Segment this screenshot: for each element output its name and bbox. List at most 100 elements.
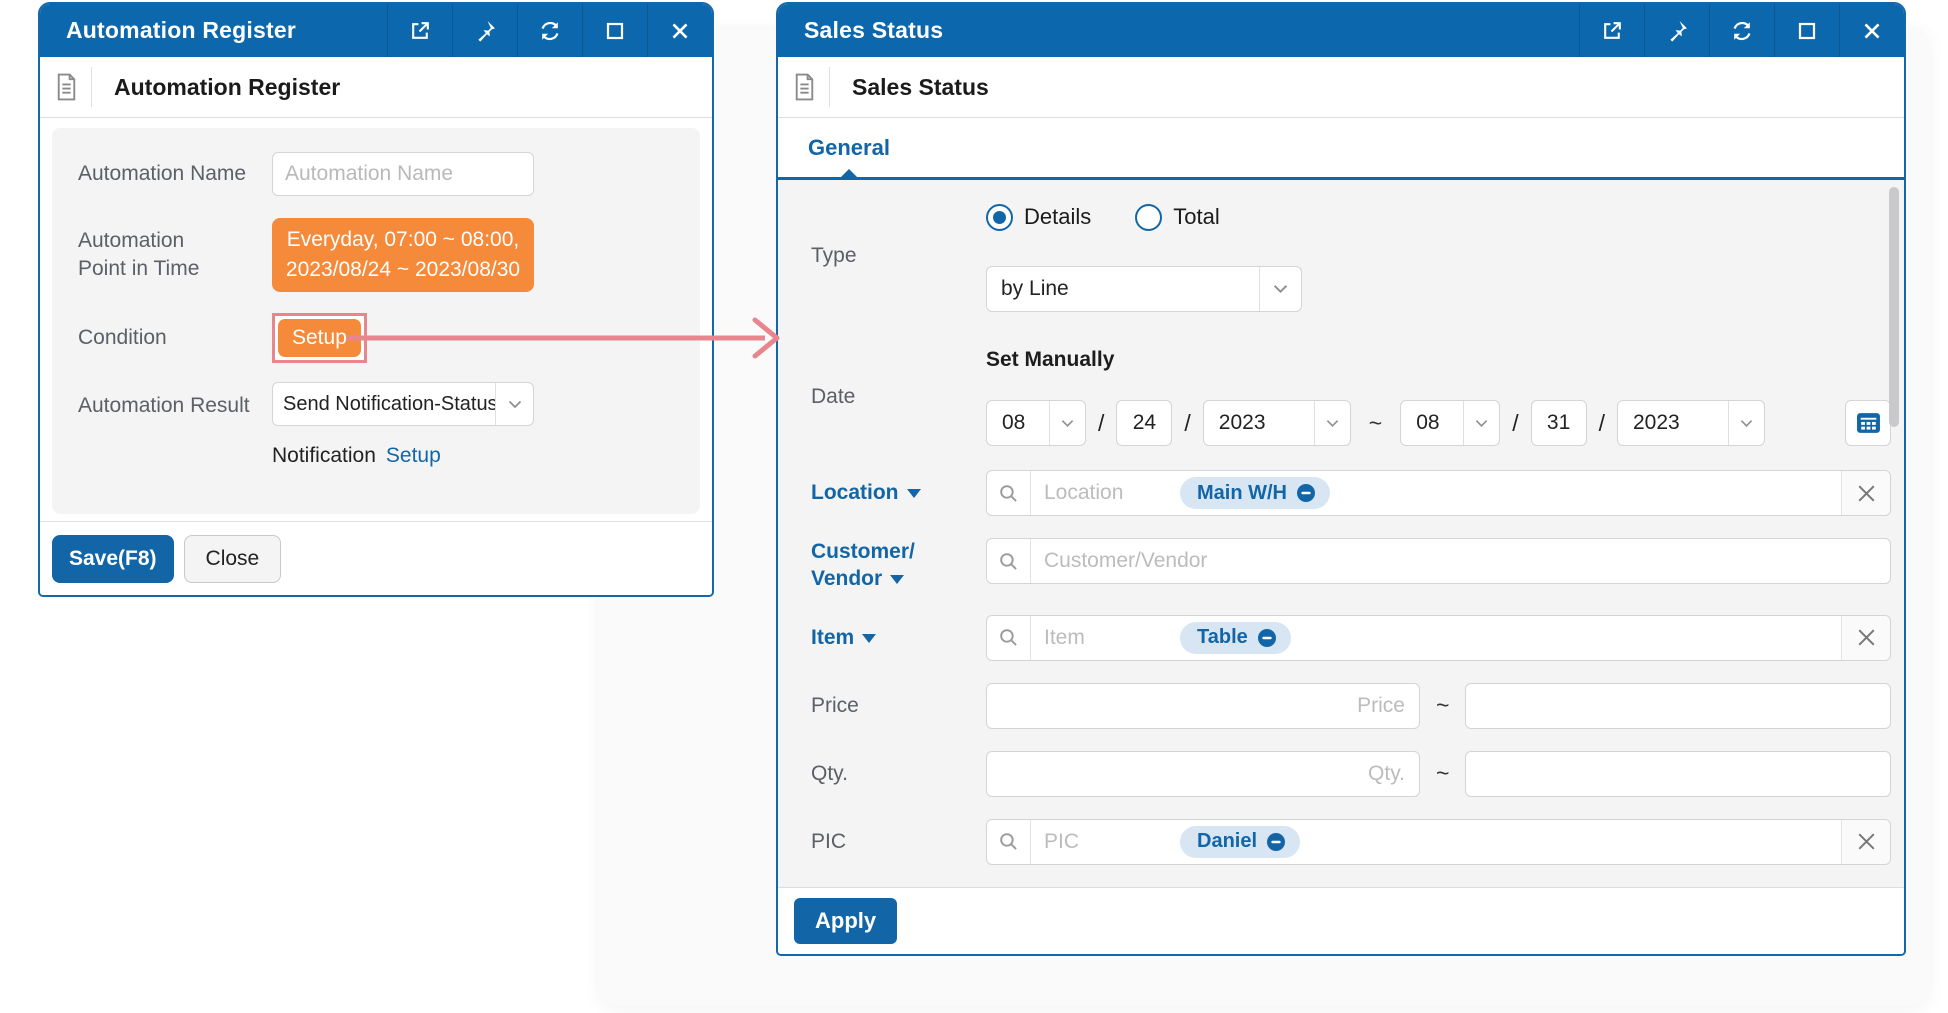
price-to-input[interactable] — [1465, 683, 1891, 729]
document-icon — [54, 73, 79, 101]
page-header: Automation Register — [40, 57, 712, 118]
item-placeholder: Item — [1044, 626, 1170, 650]
refresh-icon — [1730, 19, 1754, 43]
automation-result-select[interactable]: Send Notification-Status — [272, 382, 534, 426]
pin-button[interactable] — [452, 4, 517, 57]
to-month-select[interactable]: 08 — [1400, 400, 1500, 446]
radio-unselected-icon — [1135, 204, 1162, 231]
location-label[interactable]: Location — [811, 479, 986, 506]
notification-setup-link[interactable]: Setup — [386, 444, 441, 467]
close-icon — [668, 19, 692, 43]
dialog-title: Automation Register — [40, 4, 387, 57]
customer-vendor-search-input[interactable]: Customer/Vendor — [986, 538, 1891, 584]
to-year-select[interactable]: 2023 — [1617, 400, 1765, 446]
automation-register-titlebar: Automation Register — [40, 4, 712, 57]
date-label: Date — [811, 383, 986, 410]
clear-x-icon — [1858, 485, 1875, 502]
notification-line: NotificationSetup — [272, 444, 534, 468]
chevron-down-icon — [1314, 401, 1350, 445]
from-day-input[interactable] — [1116, 400, 1172, 446]
type-select[interactable]: by Line — [986, 266, 1302, 312]
date-separator: / — [1599, 410, 1605, 437]
close-button[interactable] — [1839, 4, 1904, 57]
automation-register-footer: Save(F8) Close — [40, 521, 712, 595]
open-in-new-window-button[interactable] — [387, 4, 452, 57]
price-from-input[interactable]: Price — [986, 683, 1420, 729]
date-mode-text: Set Manually — [986, 348, 1891, 376]
filter-form: Type Details Total by Line — [778, 180, 1904, 887]
maximize-button[interactable] — [1774, 4, 1839, 57]
from-year-select[interactable]: 2023 — [1203, 400, 1351, 446]
maximize-icon — [604, 20, 626, 42]
location-clear-button[interactable] — [1841, 471, 1890, 515]
calendar-icon — [1856, 411, 1881, 435]
pin-button[interactable] — [1644, 4, 1709, 57]
pic-label: PIC — [811, 828, 986, 855]
save-button[interactable]: Save(F8) — [52, 535, 174, 583]
vertical-scrollbar[interactable] — [1889, 187, 1899, 427]
item-clear-button[interactable] — [1841, 616, 1890, 660]
pin-icon — [473, 19, 497, 43]
clear-x-icon — [1858, 629, 1875, 646]
close-button[interactable] — [647, 4, 712, 57]
remove-tag-icon[interactable] — [1257, 628, 1277, 648]
item-label[interactable]: Item — [811, 624, 986, 651]
price-range: Price ~ — [986, 683, 1891, 729]
remove-tag-icon[interactable] — [1296, 483, 1316, 503]
item-tag[interactable]: Table — [1180, 622, 1291, 654]
search-icon — [998, 551, 1019, 572]
qty-from-input[interactable]: Qty. — [986, 751, 1420, 797]
refresh-button[interactable] — [1709, 4, 1774, 57]
location-tag[interactable]: Main W/H — [1180, 477, 1330, 509]
dialog-title: Sales Status — [778, 4, 1579, 57]
chevron-down-icon — [1728, 401, 1764, 445]
type-radio-group: Details Total — [986, 200, 1891, 234]
automation-result-label: Automation Result — [78, 392, 272, 420]
pic-tag[interactable]: Daniel — [1180, 826, 1300, 858]
titlebar-actions — [1579, 4, 1904, 57]
open-in-new-window-icon — [409, 19, 432, 42]
apply-button[interactable]: Apply — [794, 898, 897, 944]
maximize-button[interactable] — [582, 4, 647, 57]
pic-placeholder: PIC — [1044, 830, 1170, 854]
qty-label: Qty. — [811, 760, 986, 787]
chevron-down-icon — [1259, 267, 1301, 311]
search-icon — [998, 831, 1019, 852]
point-in-time-button[interactable]: Everyday, 07:00 ~ 08:00, 2023/08/24 ~ 20… — [272, 218, 534, 292]
refresh-button[interactable] — [517, 4, 582, 57]
automation-register-dialog: Automation Register — [38, 2, 714, 597]
tab-general[interactable]: General — [808, 118, 890, 177]
location-search-input[interactable]: Location Main W/H — [986, 470, 1891, 516]
tab-bar: General — [778, 118, 1904, 180]
dropdown-triangle-icon — [907, 489, 921, 498]
search-icon — [998, 627, 1019, 648]
chevron-down-icon — [495, 383, 533, 425]
to-day-input[interactable] — [1531, 400, 1587, 446]
open-in-new-window-button[interactable] — [1579, 4, 1644, 57]
close-dialog-button[interactable]: Close — [184, 535, 282, 583]
maximize-icon — [1796, 20, 1818, 42]
dropdown-triangle-icon — [890, 575, 904, 584]
radio-details[interactable]: Details — [986, 204, 1091, 231]
radio-total[interactable]: Total — [1135, 204, 1219, 231]
sales-status-footer: Apply — [778, 887, 1904, 954]
range-tilde: ~ — [1436, 692, 1449, 719]
range-tilde: ~ — [1369, 410, 1382, 437]
radio-selected-icon — [986, 204, 1013, 231]
qty-to-input[interactable] — [1465, 751, 1891, 797]
page-title: Automation Register — [114, 74, 340, 101]
document-icon — [792, 73, 817, 101]
pic-clear-button[interactable] — [1841, 820, 1890, 864]
calendar-button[interactable] — [1845, 400, 1891, 446]
automation-name-input[interactable] — [272, 152, 534, 196]
annotation-arrow — [347, 316, 787, 360]
pic-search-input[interactable]: PIC Daniel — [986, 819, 1891, 865]
remove-tag-icon[interactable] — [1266, 832, 1286, 852]
from-month-select[interactable]: 08 — [986, 400, 1086, 446]
close-icon — [1860, 19, 1884, 43]
refresh-icon — [538, 19, 562, 43]
page-header: Sales Status — [778, 57, 1904, 118]
customer-vendor-label[interactable]: Customer/ Vendor — [811, 538, 986, 593]
item-search-input[interactable]: Item Table — [986, 615, 1891, 661]
chevron-down-icon — [1463, 401, 1499, 445]
